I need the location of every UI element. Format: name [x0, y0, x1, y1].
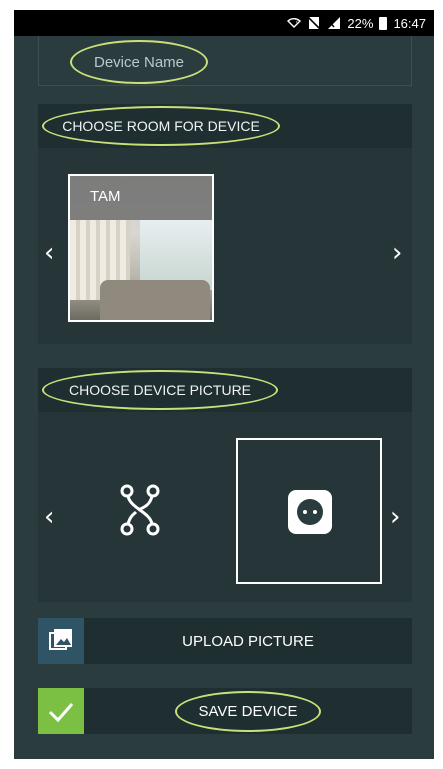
device-picture-selected-frame[interactable] — [236, 438, 382, 584]
device-name-placeholder: Device Name — [93, 53, 185, 71]
network-node-icon[interactable] — [120, 484, 160, 536]
picture-next-chevron-icon[interactable]: › — [390, 504, 400, 530]
room-section-title-highlight: CHOOSE ROOM FOR DEVICE — [42, 106, 280, 146]
app-screen: ? 22% 16:47 Device Name CHOOSE ROOM FOR … — [14, 10, 434, 759]
picture-section-title: CHOOSE DEVICE PICTURE — [68, 382, 252, 398]
status-bar: ? 22% 16:47 — [14, 10, 434, 36]
battery-icon — [379, 16, 388, 30]
wifi-icon: ? — [287, 18, 302, 28]
room-photo-sofa — [100, 280, 210, 320]
room-prev-chevron-icon[interactable]: ‹ — [44, 240, 54, 266]
socket-hole-right — [313, 510, 317, 514]
room-section-header: CHOOSE ROOM FOR DEVICE — [38, 104, 412, 148]
upload-picture-button[interactable]: UPLOAD PICTURE — [38, 618, 412, 664]
upload-picture-label: UPLOAD PICTURE — [182, 632, 314, 650]
signal-icon — [327, 17, 341, 29]
device-name-input[interactable]: Device Name — [70, 40, 208, 84]
checkmark-icon — [48, 703, 74, 723]
save-device-button[interactable]: SAVE DEVICE — [38, 688, 412, 734]
save-device-label: SAVE DEVICE — [174, 690, 322, 732]
upload-icon-box — [38, 618, 84, 664]
room-section-title: CHOOSE ROOM FOR DEVICE — [62, 118, 260, 134]
battery-percent: 22% — [347, 15, 374, 31]
power-socket-icon — [288, 490, 332, 534]
room-next-chevron-icon[interactable]: › — [392, 240, 402, 266]
socket-ring — [297, 499, 323, 525]
upload-picture-label-wrap: UPLOAD PICTURE — [84, 618, 412, 664]
socket-hole-left — [303, 510, 307, 514]
image-gallery-icon — [49, 629, 72, 650]
save-device-label-wrap: SAVE DEVICE — [84, 688, 412, 734]
picture-section-header: CHOOSE DEVICE PICTURE — [38, 368, 412, 412]
picture-prev-chevron-icon[interactable]: ‹ — [44, 504, 54, 530]
clock: 16:47 — [393, 15, 426, 31]
picture-section-title-highlight: CHOOSE DEVICE PICTURE — [42, 370, 278, 410]
no-sim-icon — [307, 17, 321, 29]
save-icon-box — [38, 688, 84, 734]
room-card-selected[interactable]: TAM — [68, 174, 214, 322]
room-name: TAM — [90, 188, 121, 205]
